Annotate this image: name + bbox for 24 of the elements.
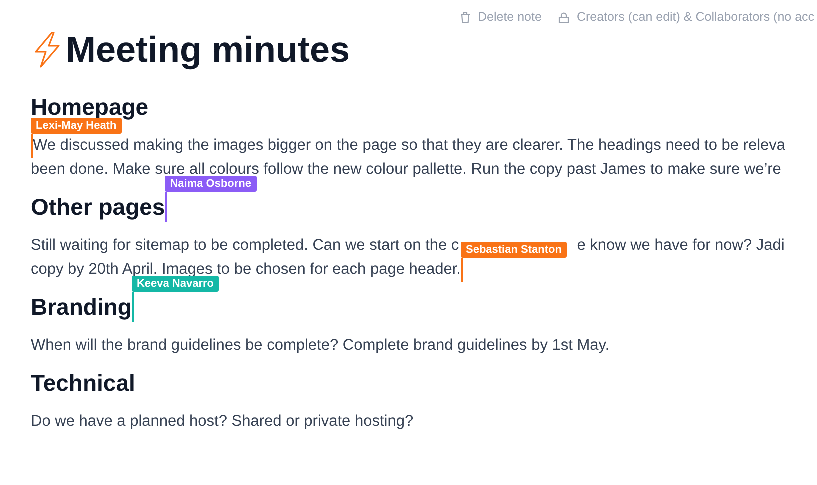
paragraph-line: Do we have a planned host? Shared or private hosting? [31, 412, 414, 432]
lock-icon [558, 12, 570, 24]
paragraph-line: copy by 20th April. Images to be chosen for each page header. [31, 260, 461, 279]
section-heading: Branding [31, 293, 132, 322]
cursor-caret [165, 192, 168, 222]
section-heading: Homepage [31, 93, 149, 121]
paragraph-line: been done. Make sure all colours follow the new colour pallette. Run the copy past James to make sure we’re [31, 160, 782, 179]
cursor-caret [31, 134, 33, 158]
section-heading: Other pages [31, 193, 166, 222]
paragraph-line: Still waiting for sitemap to be completed. Can we start on the c [31, 236, 460, 256]
permissions-button[interactable]: Creators (can edit) & Collaborators (no acc [558, 8, 815, 27]
cursor-label: Naima Osborne [165, 176, 257, 192]
cursor-label: Lexi-May Heath [31, 118, 122, 134]
paragraph-line: We discussed making the images bigger on the page so that they are clearer. The headings need to be releva [33, 136, 786, 156]
cursor-caret [460, 258, 463, 282]
delete-note-button[interactable]: Delete note [460, 8, 542, 27]
cursor-label: Keeva Navarro [132, 276, 220, 292]
section-heading: Technical [31, 369, 136, 398]
page-title: Meeting minutes [66, 32, 350, 68]
trash-icon [460, 12, 471, 24]
cursor-label: Sebastian Stanton [460, 242, 567, 258]
paragraph-line: e know we have for now? Jadi [577, 236, 785, 256]
cursor-caret [132, 292, 134, 322]
paragraph-line: When will the brand guidelines be complete? Complete brand guidelines by 1st May. [31, 336, 610, 356]
